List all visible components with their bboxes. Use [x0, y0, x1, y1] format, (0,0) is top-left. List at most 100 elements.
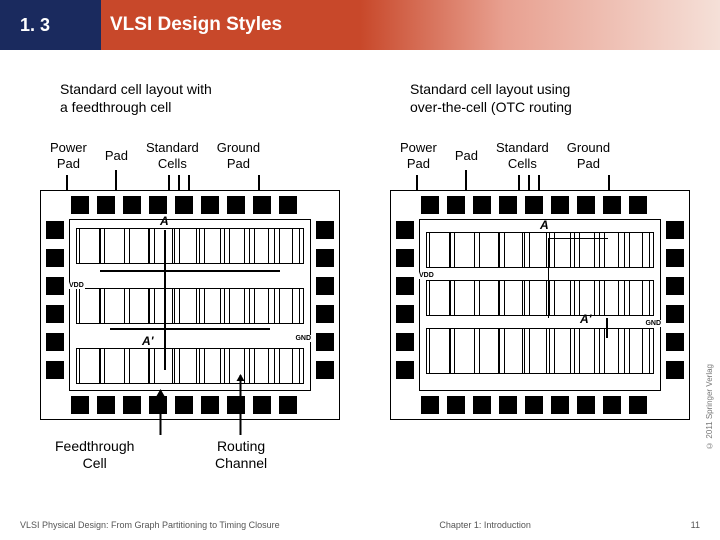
bond-pad: [316, 333, 334, 351]
bond-pad: [499, 196, 517, 214]
footer-page-number: 11: [691, 520, 700, 530]
slide-footer: VLSI Physical Design: From Graph Partiti…: [0, 510, 720, 540]
bond-pad: [603, 196, 621, 214]
section-number: 1. 3: [0, 15, 100, 36]
cell-row: [76, 288, 304, 324]
bond-pad: [525, 396, 543, 414]
left-ground-pad-label: Ground Pad: [217, 140, 260, 171]
left-core: VDD GND A A': [69, 219, 311, 391]
right-label-row: Power Pad Pad Standard Cells Ground Pad: [400, 140, 610, 171]
bond-pad: [525, 196, 543, 214]
left-caption: Standard cell layout with a feedthrough …: [60, 80, 212, 116]
bond-pad: [473, 196, 491, 214]
bond-pad: [396, 277, 414, 295]
bond-pad: [603, 396, 621, 414]
pad-col-left: [46, 221, 64, 379]
right-power-pad-label: Power Pad: [400, 140, 437, 171]
otc-wire: [548, 238, 608, 318]
footer-left: VLSI Physical Design: From Graph Partiti…: [20, 520, 280, 530]
right-ground-pad-label: Ground Pad: [567, 140, 610, 171]
bond-pad: [201, 396, 219, 414]
right-caption-line1: Standard cell layout using: [410, 80, 572, 98]
right-pad-label: Pad: [455, 140, 478, 171]
bond-pad: [577, 196, 595, 214]
bond-pad: [316, 361, 334, 379]
bond-pad: [316, 277, 334, 295]
bond-pad: [551, 396, 569, 414]
pad-row-top: [71, 196, 297, 214]
cell-row: [426, 280, 654, 316]
bond-pad: [499, 396, 517, 414]
bond-pad: [175, 396, 193, 414]
bond-pad: [227, 396, 245, 414]
annotation-a: A: [160, 214, 169, 228]
bond-pad: [421, 396, 439, 414]
bond-pad: [396, 305, 414, 323]
cell-row: [76, 228, 304, 264]
right-chip-layout: VDD GND A A': [390, 190, 690, 420]
bond-pad: [666, 221, 684, 239]
cell-row: [426, 328, 654, 374]
left-label-row: Power Pad Pad Standard Cells Ground Pad: [50, 140, 260, 171]
gnd-label: GND: [294, 335, 312, 342]
right-core: VDD GND A A': [419, 219, 661, 391]
bond-pad: [46, 305, 64, 323]
bond-pad: [46, 249, 64, 267]
routing-channel-label: Routing Channel: [215, 438, 267, 472]
bond-pad: [316, 249, 334, 267]
bond-pad: [253, 396, 271, 414]
bond-pad: [629, 196, 647, 214]
bond-pad: [149, 396, 167, 414]
vdd-label: VDD: [68, 282, 85, 289]
annotation-a-prime: A': [142, 334, 154, 348]
left-power-pad-label: Power Pad: [50, 140, 87, 171]
bond-pad: [396, 249, 414, 267]
gnd-label: GND: [644, 320, 662, 327]
pad-col-right: [666, 221, 684, 379]
cell-row: [76, 348, 304, 384]
pad-col-left: [396, 221, 414, 379]
bond-pad: [46, 361, 64, 379]
vdd-label: VDD: [418, 272, 435, 279]
bond-pad: [279, 396, 297, 414]
section-title: VLSI Design Styles: [100, 14, 282, 36]
bond-pad: [666, 249, 684, 267]
bond-pad: [629, 396, 647, 414]
bond-pad: [577, 396, 595, 414]
feedthrough-wire: [164, 230, 166, 370]
right-std-cells-label: Standard Cells: [496, 140, 549, 171]
annotation-a: A: [540, 218, 549, 232]
bond-pad: [396, 361, 414, 379]
pad-col-right: [316, 221, 334, 379]
bond-pad: [227, 196, 245, 214]
feedthrough-cell-label: Feedthrough Cell: [55, 438, 134, 472]
footer-center: Chapter 1: Introduction: [439, 520, 531, 530]
bond-pad: [447, 396, 465, 414]
bond-pad: [253, 196, 271, 214]
pad-row-bottom: [421, 396, 647, 414]
bond-pad: [175, 196, 193, 214]
bond-pad: [46, 221, 64, 239]
bond-pad: [71, 196, 89, 214]
bond-pad: [473, 396, 491, 414]
bond-pad: [666, 305, 684, 323]
pad-row-bottom: [71, 396, 297, 414]
bond-pad: [666, 333, 684, 351]
bond-pad: [123, 396, 141, 414]
bond-pad: [149, 196, 167, 214]
arrow-icon: [160, 390, 162, 435]
bond-pad: [396, 333, 414, 351]
slide-content: Standard cell layout with a feedthrough …: [0, 50, 720, 510]
slide-header: 1. 3 VLSI Design Styles: [0, 0, 720, 50]
routing-wire: [110, 328, 270, 330]
bond-pad: [421, 196, 439, 214]
left-chip-layout: VDD GND A A': [40, 190, 340, 420]
left-std-cells-label: Standard Cells: [146, 140, 199, 171]
arrow-icon: [240, 375, 242, 435]
bond-pad: [279, 196, 297, 214]
bond-pad: [123, 196, 141, 214]
bond-pad: [97, 396, 115, 414]
bond-pad: [46, 333, 64, 351]
left-pad-label: Pad: [105, 140, 128, 171]
bond-pad: [316, 305, 334, 323]
